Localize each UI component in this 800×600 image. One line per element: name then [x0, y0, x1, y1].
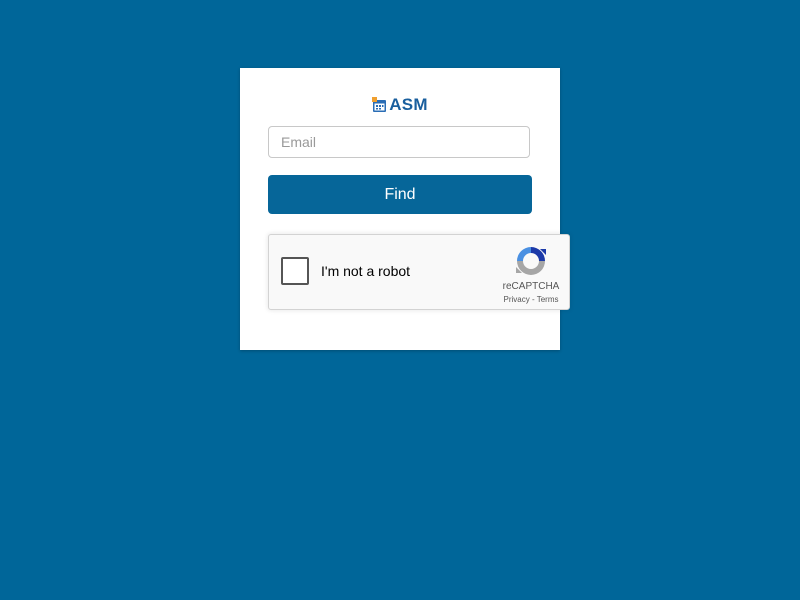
recaptcha-links: Privacy - Terms — [491, 295, 571, 304]
recaptcha-logo-icon — [516, 247, 546, 275]
recaptcha-checkbox[interactable] — [281, 257, 309, 285]
recaptcha-separator: - — [531, 295, 535, 304]
recaptcha-privacy-link[interactable]: Privacy — [504, 295, 530, 304]
brand-name: ASM — [389, 95, 428, 114]
recaptcha-widget: I'm not a robot reCAPTCHA Privacy - Term… — [268, 234, 570, 310]
calendar-logo-icon — [372, 97, 387, 112]
find-button[interactable]: Find — [268, 175, 532, 214]
brand-logo: ASM — [0, 93, 800, 117]
recaptcha-label: I'm not a robot — [321, 263, 411, 279]
recaptcha-brand: reCAPTCHA — [502, 281, 560, 292]
recaptcha-terms-link[interactable]: Terms — [537, 295, 559, 304]
email-input[interactable] — [268, 126, 530, 158]
